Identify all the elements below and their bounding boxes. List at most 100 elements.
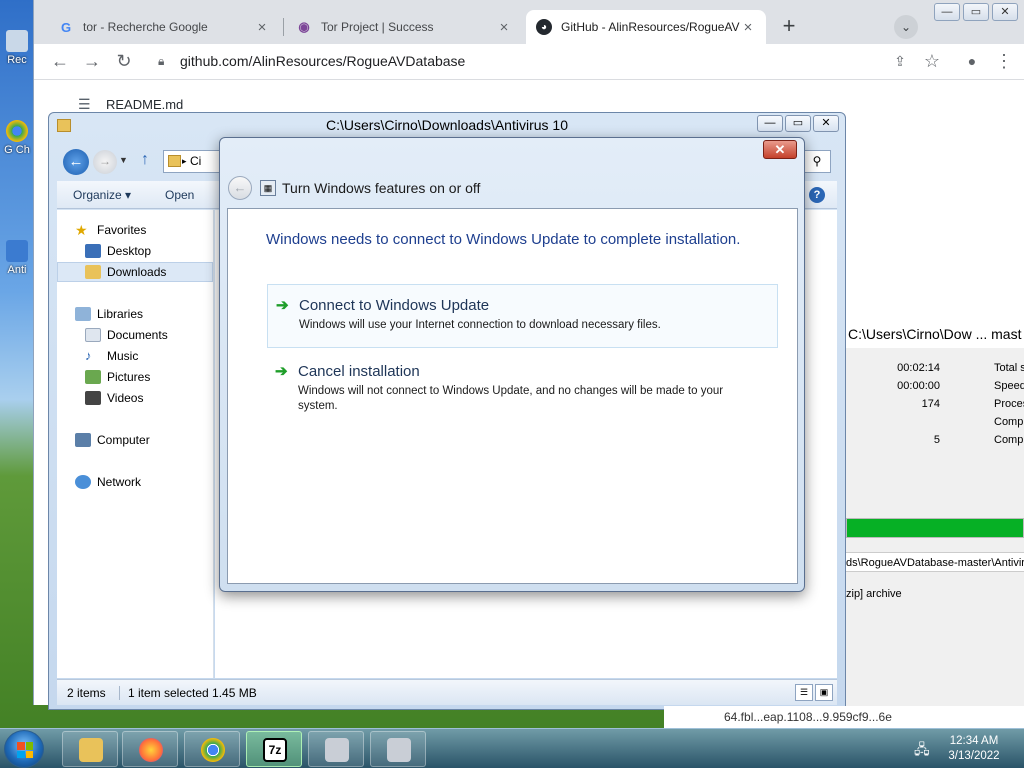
downloads-folder-icon <box>85 265 101 279</box>
close-icon[interactable]: × <box>740 19 756 36</box>
back-arrow-icon[interactable]: ← <box>63 149 89 175</box>
help-icon[interactable]: ? <box>809 187 825 203</box>
taskbar-explorer[interactable] <box>62 731 118 767</box>
nav-libraries[interactable]: Libraries <box>75 304 231 324</box>
close-icon[interactable]: × <box>496 19 512 36</box>
installer-icon <box>387 738 411 762</box>
extract-window-title: C:\Users\Cirno\Dow ... mast <box>846 320 1024 348</box>
clock-time: 12:34 AM <box>949 735 999 747</box>
desktop-icon <box>85 244 101 258</box>
forward-arrow-icon[interactable]: → <box>80 50 104 74</box>
stat-label: Compr <box>994 416 1024 428</box>
close-button[interactable]: ✕ <box>813 115 839 132</box>
maximize-button[interactable]: ▭ <box>963 3 989 21</box>
reload-icon[interactable]: ↻ <box>112 50 136 74</box>
extract-progress-window: C:\Users\Cirno\Dow ... mast 00:02:14 Tota… <box>845 320 1024 720</box>
close-icon[interactable]: × <box>254 19 270 36</box>
taskbar-installer[interactable] <box>308 731 364 767</box>
window-controls: — ▭ ✕ <box>757 115 839 132</box>
maximize-button[interactable]: ▭ <box>785 115 811 132</box>
nav-computer[interactable]: Computer <box>75 430 231 450</box>
minimize-button[interactable]: — <box>934 3 960 21</box>
desktop-icon-antivirus[interactable]: Anti <box>0 240 34 276</box>
close-button[interactable]: ✕ <box>992 3 1018 21</box>
computer-icon <box>75 433 91 447</box>
option-description: Windows will not connect to Windows Upda… <box>298 385 724 412</box>
close-button[interactable]: ✕ <box>763 140 797 159</box>
nav-desktop[interactable]: Desktop <box>57 241 213 261</box>
history-dropdown-icon[interactable]: ▼ <box>119 155 128 165</box>
stat-value: 00:00:00 <box>897 380 940 392</box>
background-window-strip: 64.fbl...eap.1108...9.959cf9...6e <box>664 706 1024 728</box>
taskbar-firefox[interactable] <box>122 731 178 767</box>
navigation-pane: ★ Favorites Desktop Downloads Libraries D… <box>57 210 214 678</box>
bookmark-star-icon[interactable]: ☆ <box>920 50 944 74</box>
profile-avatar-icon[interactable]: ● <box>960 50 984 74</box>
details-view-icon[interactable]: ☰ <box>795 684 813 701</box>
tab-strip: G tor - Recherche Google × ◉ Tor Project… <box>34 0 1024 44</box>
tab-search-button[interactable]: ⌄ <box>894 15 918 39</box>
up-arrow-icon[interactable]: ↑ <box>141 151 149 169</box>
window-title: C:\Users\Cirno\Downloads\Antivirus 10 <box>326 117 568 133</box>
nav-label: Documents <box>107 328 168 342</box>
nav-documents[interactable]: Documents <box>57 325 213 345</box>
taskbar-chrome[interactable] <box>184 731 240 767</box>
installer-icon <box>325 738 349 762</box>
nav-videos[interactable]: Videos <box>57 388 213 408</box>
green-arrow-icon: ➔ <box>276 297 289 314</box>
tab-github[interactable]: ◕ GitHub - AlinResources/RogueAV × <box>526 10 766 44</box>
address-crumb[interactable]: Ci <box>190 154 201 168</box>
progress-bar <box>846 518 1024 538</box>
stat-row: 00:02:14 Total s <box>846 362 1024 378</box>
menu-kebab-icon[interactable]: ⋮ <box>992 50 1016 74</box>
stat-label: Proces <box>994 398 1024 410</box>
folder-icon <box>168 155 181 167</box>
stat-label: Total s <box>994 362 1024 374</box>
antivirus-icon <box>6 240 28 262</box>
nav-network[interactable]: Network <box>75 472 231 492</box>
7zip-icon: 7z <box>263 738 287 762</box>
desktop-icon-label: G Ch <box>4 144 30 156</box>
stat-row: 174 Proces <box>846 398 1024 414</box>
windows-features-dialog: ✕ ← ▦ Turn Windows features on or off Wi… <box>219 137 805 592</box>
music-icon: ♪ <box>85 348 92 363</box>
back-arrow-icon[interactable]: ← <box>48 50 72 74</box>
taskbar-7zip[interactable]: 7z <box>246 731 302 767</box>
tab-tor[interactable]: ◉ Tor Project | Success × <box>286 10 522 44</box>
new-tab-button[interactable]: + <box>776 14 802 40</box>
address-bar[interactable]: github.com/AlinResources/RogueAVDatabase <box>180 53 465 69</box>
tab-label: Tor Project | Success <box>321 20 434 34</box>
tab-google[interactable]: G tor - Recherche Google × <box>48 10 280 44</box>
minimize-button[interactable]: — <box>757 115 783 132</box>
preview-view-icon[interactable]: ▣ <box>815 684 833 701</box>
readme-header[interactable]: ☰ README.md <box>78 96 183 113</box>
search-icon[interactable]: ⚲ <box>803 150 831 173</box>
chevron-right-icon: ▸ <box>182 156 187 166</box>
forward-arrow-icon[interactable]: → <box>93 150 117 174</box>
start-button[interactable] <box>4 730 44 768</box>
nav-downloads[interactable]: Downloads <box>57 262 213 282</box>
dialog-body: Windows needs to connect to Windows Upda… <box>227 208 798 584</box>
back-arrow-icon[interactable]: ← <box>228 176 252 200</box>
connect-windows-update-option[interactable]: ➔ Connect to Windows Update Windows will… <box>267 284 778 348</box>
nav-pictures[interactable]: Pictures <box>57 367 213 387</box>
nav-favorites[interactable]: ★ Favorites <box>75 220 231 240</box>
network-tray-icon[interactable]: 🖧︎ <box>914 739 930 763</box>
lock-icon[interactable]: 🔒︎ <box>158 54 164 69</box>
nav-music[interactable]: ♪ Music <box>57 346 213 366</box>
share-icon[interactable]: ⇪ <box>888 50 912 74</box>
tor-onion-icon: ◉ <box>298 19 310 34</box>
clock[interactable]: 12:34 AM 3/13/2022 <box>944 734 1004 764</box>
taskbar-installer-2[interactable] <box>370 731 426 767</box>
open-button[interactable]: Open <box>165 188 194 202</box>
browser-toolbar: ← → ↻ 🔒︎ github.com/AlinResources/RogueA… <box>34 44 1024 80</box>
desktop-icon-recycle[interactable]: Rec <box>0 30 34 66</box>
organize-menu[interactable]: Organize ▾ <box>73 188 131 202</box>
nav-label: Computer <box>97 433 150 447</box>
windows-features-icon: ▦ <box>260 180 276 196</box>
cancel-installation-option[interactable]: ➔ Cancel installation Windows will not c… <box>267 351 778 415</box>
dialog-title: Turn Windows features on or off <box>282 180 481 196</box>
network-icon <box>75 475 91 489</box>
pictures-icon <box>85 370 101 384</box>
desktop-icon-chrome[interactable]: G Ch <box>0 120 34 156</box>
